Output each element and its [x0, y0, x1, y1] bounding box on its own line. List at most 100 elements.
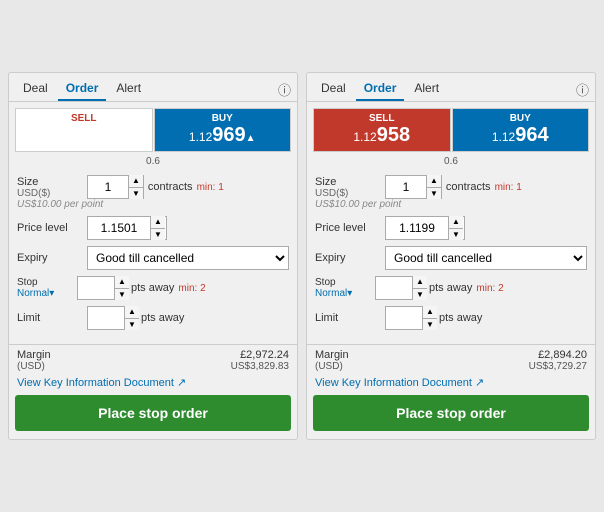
price-level-label: Price level	[17, 222, 87, 234]
price-level-input-wrap[interactable]: ▲ ▼	[87, 216, 167, 240]
stop-up-btn[interactable]: ▲	[412, 276, 427, 289]
stop-up-btn[interactable]: ▲	[114, 276, 129, 289]
stop-pts-label: pts away	[131, 282, 174, 294]
info-icon[interactable]: ⓘ	[576, 80, 589, 99]
limit-down-btn[interactable]: ▼	[124, 319, 139, 331]
price-level-input[interactable]	[88, 217, 150, 239]
buy-price-box[interactable]: BUY1.12964	[452, 108, 590, 152]
tab-deal[interactable]: Deal	[15, 77, 56, 101]
price-level-down-btn[interactable]: ▼	[150, 229, 165, 241]
margin-label-group: Margin (USD)	[315, 349, 349, 372]
expiry-select[interactable]: Good till cancelled	[385, 246, 587, 270]
place-stop-order-button[interactable]: Place stop order	[313, 395, 589, 431]
size-spinner[interactable]: ▲ ▼	[87, 175, 144, 199]
stop-type-link[interactable]: Normal▾	[315, 288, 375, 299]
tab-bar: DealOrderAlert ⓘ	[9, 73, 297, 102]
stop-down-btn[interactable]: ▼	[114, 289, 129, 301]
price-row: SELL1.12963▲BUY1.12969▲	[15, 108, 291, 152]
size-row: Size USD($) ▲ ▼ contracts min: 1	[315, 175, 587, 199]
size-input[interactable]	[88, 176, 128, 198]
stop-spin-btns: ▲ ▼	[114, 276, 129, 300]
tab-deal[interactable]: Deal	[313, 77, 354, 101]
limit-up-btn[interactable]: ▲	[124, 306, 139, 319]
per-point-label: US$10.00 per point	[315, 199, 587, 210]
margin-section: Margin (USD) £2,972.24 US$3,829.83	[17, 349, 289, 372]
size-spinner[interactable]: ▲ ▼	[385, 175, 442, 199]
price-level-up-btn[interactable]: ▲	[150, 216, 165, 229]
limit-row: Limit ▲ ▼ pts away	[17, 306, 289, 330]
limit-down-btn[interactable]: ▼	[422, 319, 437, 331]
margin-gbp: £2,894.20	[529, 349, 587, 361]
size-unit: USD($)	[315, 188, 385, 199]
size-input[interactable]	[386, 176, 426, 198]
tab-order[interactable]: Order	[356, 77, 405, 101]
price-level-up-btn[interactable]: ▲	[448, 216, 463, 229]
contracts-label: contracts	[148, 181, 193, 193]
price-level-input-wrap[interactable]: ▲ ▼	[385, 216, 465, 240]
size-row: Size USD($) ▲ ▼ contracts min: 1	[17, 175, 289, 199]
stop-input-wrap[interactable]: ▲ ▼	[77, 276, 127, 300]
tab-order[interactable]: Order	[58, 77, 107, 101]
sell-price-box[interactable]: SELL1.12963▲	[15, 108, 153, 152]
spread-value: 0.6	[307, 156, 595, 167]
stop-input[interactable]	[78, 277, 114, 299]
sell-price-box[interactable]: SELL1.12958	[313, 108, 451, 152]
stop-label-wrap: Stop Normal▾	[315, 277, 375, 299]
expiry-select[interactable]: Good till cancelled	[87, 246, 289, 270]
stop-input-group: ▲ ▼ pts away min: 2	[77, 276, 289, 300]
limit-input-wrap[interactable]: ▲ ▼	[385, 306, 435, 330]
stop-row: Stop Normal▾ ▲ ▼ pts away min: 2	[315, 276, 587, 300]
buy-price-value: 1.12969▲	[189, 124, 256, 147]
stop-down-btn[interactable]: ▼	[412, 289, 427, 301]
margin-usd: US$3,829.83	[231, 361, 289, 372]
stop-input-wrap[interactable]: ▲ ▼	[375, 276, 425, 300]
view-key-link[interactable]: View Key Information Document ↗	[315, 376, 587, 389]
size-min-label: min: 1	[495, 182, 522, 193]
price-level-label: Price level	[315, 222, 385, 234]
size-spin-btns: ▲ ▼	[426, 175, 441, 199]
tab-alert[interactable]: Alert	[406, 77, 447, 101]
limit-label: Limit	[17, 312, 87, 324]
stop-label-wrap: Stop Normal▾	[17, 277, 77, 299]
size-label: Size USD($)	[17, 176, 87, 199]
price-row: SELL1.12958BUY1.12964	[313, 108, 589, 152]
price-level-row: Price level ▲ ▼	[17, 216, 289, 240]
limit-spin-btns: ▲ ▼	[422, 306, 437, 330]
tab-alert[interactable]: Alert	[108, 77, 149, 101]
limit-input[interactable]	[88, 307, 124, 329]
price-level-input[interactable]	[386, 217, 448, 239]
limit-label: Limit	[315, 312, 385, 324]
limit-pts-label: pts away	[141, 312, 184, 324]
stop-label: Stop	[17, 277, 77, 288]
limit-up-btn[interactable]: ▲	[422, 306, 437, 319]
margin-usd: US$3,729.27	[529, 361, 587, 372]
stop-input[interactable]	[376, 277, 412, 299]
size-up-btn[interactable]: ▲	[128, 175, 143, 188]
view-key-link[interactable]: View Key Information Document ↗	[17, 376, 289, 389]
buy-label: BUY	[212, 113, 233, 124]
limit-input-wrap[interactable]: ▲ ▼	[87, 306, 137, 330]
size-input-group: ▲ ▼ contracts min: 1	[385, 175, 587, 199]
stop-type-link[interactable]: Normal▾	[17, 288, 77, 299]
panel-left: DealOrderAlertⓘSELL1.12963▲BUY1.12969▲0.…	[8, 72, 298, 440]
expiry-select-wrap: Good till cancelled	[87, 246, 289, 270]
stop-label: Stop	[315, 277, 375, 288]
buy-price-box[interactable]: BUY1.12969▲	[154, 108, 292, 152]
limit-row: Limit ▲ ▼ pts away	[315, 306, 587, 330]
margin-label: Margin	[17, 349, 51, 361]
stop-row: Stop Normal▾ ▲ ▼ pts away min: 2	[17, 276, 289, 300]
stop-min-label: min: 2	[178, 283, 205, 294]
buy-price-value: 1.12964	[492, 124, 549, 147]
margin-section: Margin (USD) £2,894.20 US$3,729.27	[315, 349, 587, 372]
price-level-down-btn[interactable]: ▼	[448, 229, 463, 241]
margin-label: Margin	[315, 349, 349, 361]
place-stop-order-button[interactable]: Place stop order	[15, 395, 291, 431]
size-up-btn[interactable]: ▲	[426, 175, 441, 188]
size-down-btn[interactable]: ▼	[426, 188, 441, 200]
size-down-btn[interactable]: ▼	[128, 188, 143, 200]
price-level-spin-btns: ▲ ▼	[448, 216, 463, 240]
price-level-spin-btns: ▲ ▼	[150, 216, 165, 240]
info-icon[interactable]: ⓘ	[278, 80, 291, 99]
per-point-label: US$10.00 per point	[17, 199, 289, 210]
limit-input[interactable]	[386, 307, 422, 329]
